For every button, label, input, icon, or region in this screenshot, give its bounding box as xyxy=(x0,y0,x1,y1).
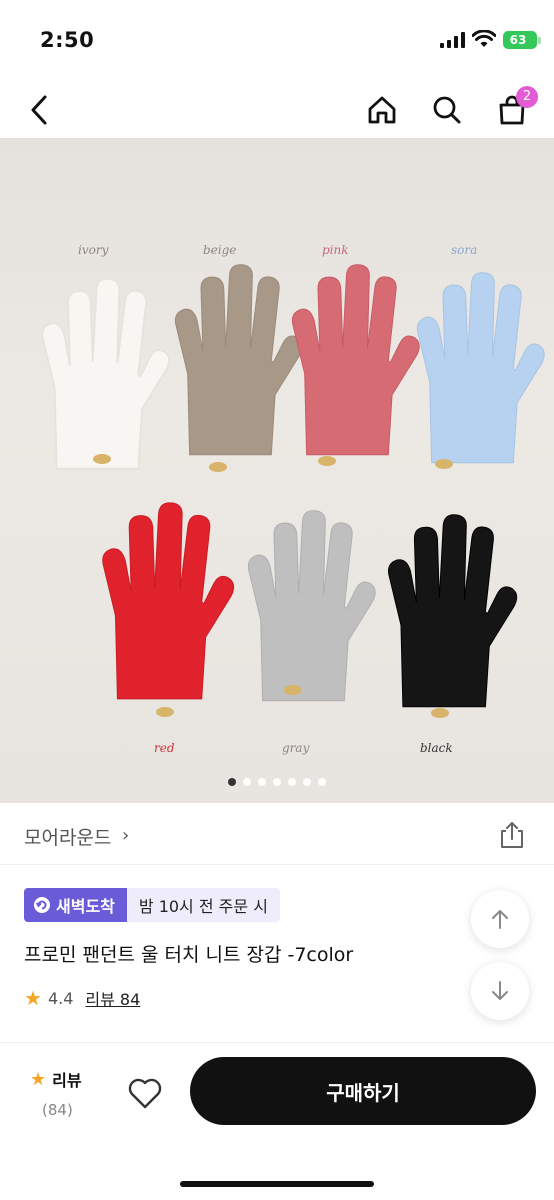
rating-row: ★ 4.4 리뷰 84 xyxy=(24,986,140,1010)
carousel-dot[interactable] xyxy=(258,778,266,786)
glove-black-shape xyxy=(388,514,518,708)
status-bar: 2:50 63 xyxy=(0,0,554,80)
like-button[interactable] xyxy=(126,1075,164,1111)
search-button[interactable] xyxy=(425,88,469,132)
glove-sora-shape xyxy=(416,272,545,464)
label-pink: pink xyxy=(322,243,349,257)
product-title: 프로민 팬던트 울 터치 니트 장갑 -7color xyxy=(24,944,354,966)
glove-gray xyxy=(247,510,376,702)
carousel-dot[interactable] xyxy=(228,778,236,786)
home-indicator xyxy=(180,1181,374,1187)
cellular-signal-icon xyxy=(440,32,465,48)
scroll-up-button[interactable] xyxy=(471,890,529,948)
back-button[interactable] xyxy=(18,88,62,132)
star-icon: ★ xyxy=(30,1068,47,1090)
wifi-icon xyxy=(472,30,496,47)
label-ivory: ivory xyxy=(78,243,109,257)
review-summary[interactable]: ★ 리뷰 (84) xyxy=(30,1067,90,1120)
review-count: (84) xyxy=(42,1101,73,1119)
share-icon xyxy=(501,822,523,848)
home-button[interactable] xyxy=(360,88,404,132)
nav-bar: 2 xyxy=(0,80,554,138)
gloves-photo: ivory beige pink sora red gray black xyxy=(41,243,545,755)
review-label-row: ★ 리뷰 xyxy=(30,1067,90,1091)
label-red: red xyxy=(154,741,175,755)
glove-beige-shape xyxy=(174,264,303,456)
status-time: 2:50 xyxy=(40,28,95,52)
review-link[interactable]: 리뷰 84 xyxy=(85,986,140,1010)
brand-link[interactable]: 모어라운드 xyxy=(24,823,111,850)
refresh-arrow-icon xyxy=(34,897,50,913)
label-black: black xyxy=(420,741,453,755)
glove-beige xyxy=(174,264,303,472)
chevron-left-icon xyxy=(31,95,47,125)
heart-icon xyxy=(128,1078,162,1109)
arrow-up-icon xyxy=(492,910,508,929)
carousel-dot[interactable] xyxy=(243,778,251,786)
scroll-down-button[interactable] xyxy=(471,962,529,1020)
bottom-action-bar: ★ 리뷰 (84) 구매하기 xyxy=(0,1042,554,1200)
carousel-dot[interactable] xyxy=(303,778,311,786)
rating-value: 4.4 xyxy=(47,988,74,1008)
label-gray: gray xyxy=(282,741,310,755)
battery-icon: 63 xyxy=(503,31,537,49)
dawn-delivery-badge: 새벽도착 xyxy=(24,888,127,922)
brand-row: 모어라운드 › xyxy=(0,805,554,865)
label-beige: beige xyxy=(203,243,236,257)
battery-tip xyxy=(538,37,541,44)
carousel-dots xyxy=(0,778,554,786)
home-icon xyxy=(368,96,396,124)
glove-pink xyxy=(291,264,420,466)
cart-count-badge: 2 xyxy=(516,86,538,108)
glove-red xyxy=(102,502,235,717)
star-icon: ★ xyxy=(24,986,42,1010)
buy-button[interactable]: 구매하기 xyxy=(190,1057,536,1125)
glove-red-shape xyxy=(102,502,235,700)
product-image-carousel[interactable]: ivory beige pink sora red gray black xyxy=(0,138,554,803)
share-button[interactable] xyxy=(496,819,528,851)
glove-gray-shape xyxy=(247,510,376,702)
delivery-info: 새벽도착 밤 10시 전 주문 시 xyxy=(24,888,280,922)
glove-ivory xyxy=(41,277,171,470)
arrow-down-icon xyxy=(492,981,508,1000)
delivery-note: 밤 10시 전 주문 시 xyxy=(126,888,280,922)
glove-sora xyxy=(416,272,545,469)
glove-black xyxy=(388,514,518,718)
label-sora: sora xyxy=(451,243,477,257)
chevron-right-icon: › xyxy=(122,825,130,846)
cart-button[interactable]: 2 xyxy=(490,86,538,132)
review-label: 리뷰 xyxy=(52,1071,82,1090)
carousel-dot[interactable] xyxy=(273,778,281,786)
battery-level: 63 xyxy=(509,33,527,47)
carousel-dot[interactable] xyxy=(288,778,296,786)
glove-pink-shape xyxy=(291,264,420,456)
search-icon xyxy=(433,96,461,124)
delivery-badge-label: 새벽도착 xyxy=(56,897,115,916)
carousel-dot[interactable] xyxy=(318,778,326,786)
glove-ivory-shape xyxy=(41,277,171,470)
